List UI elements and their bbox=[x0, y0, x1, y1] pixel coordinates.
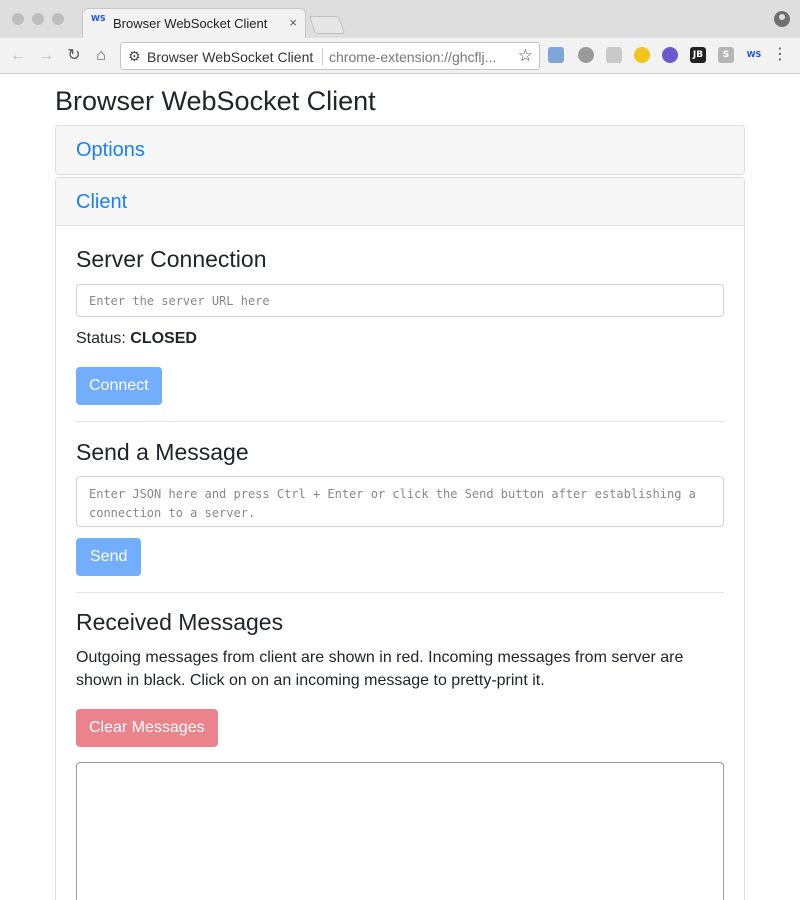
extension-angular-icon[interactable] bbox=[606, 47, 622, 63]
extension-jetbrains-icon[interactable]: JB bbox=[690, 47, 706, 63]
browser-toolbar: ← → ↻ ⌂ ⚙ Browser WebSocket Client chrom… bbox=[0, 38, 800, 74]
section-divider bbox=[76, 592, 724, 593]
home-icon[interactable]: ⌂ bbox=[90, 45, 112, 67]
profile-icon[interactable] bbox=[774, 11, 790, 27]
received-messages-description: Outgoing messages from client are shown … bbox=[76, 649, 684, 689]
websocket-favicon-icon: WS bbox=[91, 14, 106, 23]
browser-tab[interactable]: WS Browser WebSocket Client × bbox=[82, 8, 306, 38]
received-messages-heading: Received Messages bbox=[76, 609, 284, 635]
options-card-header[interactable]: Options bbox=[56, 126, 744, 174]
client-card-header[interactable]: Client bbox=[56, 178, 744, 226]
section-divider bbox=[76, 421, 724, 422]
extension-gear-icon[interactable] bbox=[578, 47, 594, 63]
extension-websocket-icon[interactable]: WS bbox=[746, 47, 762, 63]
address-bar[interactable]: ⚙ Browser WebSocket Client chrome-extens… bbox=[120, 42, 540, 70]
status-value: CLOSED bbox=[130, 330, 197, 347]
window-zoom-dot[interactable] bbox=[52, 13, 64, 25]
messages-log[interactable] bbox=[76, 762, 724, 900]
status-label: Status: bbox=[76, 330, 126, 347]
connection-status: Status: CLOSED bbox=[76, 330, 197, 348]
connect-button[interactable]: Connect bbox=[76, 367, 162, 405]
bookmark-star-icon[interactable]: ☆ bbox=[518, 46, 533, 66]
forward-arrow-icon[interactable]: → bbox=[35, 45, 57, 67]
tab-close-icon[interactable]: × bbox=[289, 15, 297, 30]
server-connection-heading: Server Connection bbox=[76, 246, 267, 272]
tab-title: Browser WebSocket Client bbox=[113, 16, 268, 31]
reload-icon[interactable]: ↻ bbox=[63, 45, 85, 67]
extension-s-icon[interactable]: S bbox=[718, 47, 734, 63]
extension-puzzle-icon: ⚙ bbox=[128, 48, 141, 64]
clear-messages-button[interactable]: Clear Messages bbox=[76, 709, 218, 747]
message-input[interactable] bbox=[76, 476, 724, 527]
options-card: Options bbox=[55, 125, 745, 175]
back-arrow-icon[interactable]: ← bbox=[7, 45, 29, 67]
window-close-dot[interactable] bbox=[12, 13, 24, 25]
browser-tab-strip: WS Browser WebSocket Client × bbox=[0, 0, 800, 38]
extension-window-icon[interactable] bbox=[548, 47, 564, 63]
address-bar-url: chrome-extension://ghcflj... bbox=[329, 49, 497, 65]
browser-menu-icon[interactable]: ⋮ bbox=[772, 46, 788, 64]
server-url-input[interactable] bbox=[76, 284, 724, 317]
new-tab-button[interactable] bbox=[308, 16, 346, 34]
page-title: Browser WebSocket Client bbox=[55, 86, 376, 116]
address-bar-title: Browser WebSocket Client bbox=[147, 49, 314, 65]
send-message-heading: Send a Message bbox=[76, 439, 249, 465]
extension-moon-icon[interactable] bbox=[634, 47, 650, 63]
client-toggle-link[interactable]: Client bbox=[76, 191, 127, 214]
extension-purple-icon[interactable] bbox=[662, 47, 678, 63]
send-button[interactable]: Send bbox=[76, 538, 142, 576]
options-toggle-link[interactable]: Options bbox=[76, 139, 145, 162]
window-minimize-dot[interactable] bbox=[32, 13, 44, 25]
address-bar-divider bbox=[322, 48, 323, 65]
